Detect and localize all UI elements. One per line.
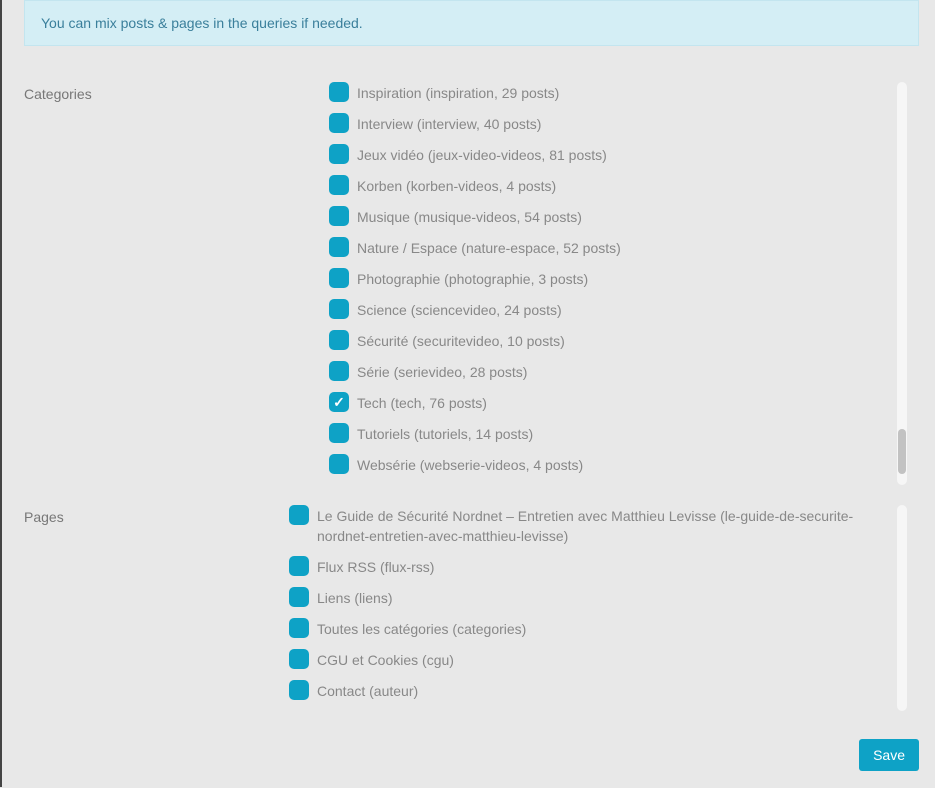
category-checkbox[interactable] <box>329 299 349 319</box>
page-item-label: Contact (auteur) <box>317 680 418 701</box>
category-item-label: Inspiration (inspiration, 29 posts) <box>357 82 559 103</box>
page-item-label: Le Guide de Sécurité Nordnet – Entretien… <box>317 505 889 546</box>
page-checkbox[interactable] <box>289 556 309 576</box>
category-checkbox[interactable] <box>329 392 349 412</box>
category-item: Tech (tech, 76 posts) <box>329 392 889 413</box>
pages-body: Le Guide de Sécurité Nordnet – Entretien… <box>289 505 919 711</box>
page-checkbox[interactable] <box>289 587 309 607</box>
categories-scrollbar-thumb[interactable] <box>898 429 906 474</box>
page-item: Flux RSS (flux-rss) <box>289 556 889 577</box>
category-checkbox[interactable] <box>329 144 349 164</box>
pages-scrollbar[interactable] <box>897 505 907 711</box>
category-item: Inspiration (inspiration, 29 posts) <box>329 82 889 103</box>
footer: Save <box>24 739 919 771</box>
category-item-label: Jeux vidéo (jeux-video-videos, 81 posts) <box>357 144 607 165</box>
category-item-label: Sécurité (securitevideo, 10 posts) <box>357 330 565 351</box>
pages-section: Pages Le Guide de Sécurité Nordnet – Ent… <box>24 505 919 711</box>
category-checkbox[interactable] <box>329 330 349 350</box>
category-item-label: Korben (korben-videos, 4 posts) <box>357 175 556 196</box>
categories-body: Inspiration (inspiration, 29 posts) Inter… <box>289 82 919 485</box>
category-item: Nature / Espace (nature-espace, 52 posts… <box>329 237 889 258</box>
pages-label: Pages <box>24 505 289 711</box>
categories-section: Categories Inspiration (inspiration, 29 … <box>24 82 919 485</box>
info-banner: You can mix posts & pages in the queries… <box>24 0 919 46</box>
page-item-label: Liens (liens) <box>317 587 392 608</box>
category-checkbox[interactable] <box>329 113 349 133</box>
category-item-label: Interview (interview, 40 posts) <box>357 113 541 134</box>
category-item: Tutoriels (tutoriels, 14 posts) <box>329 423 889 444</box>
page-item: Le Guide de Sécurité Nordnet – Entretien… <box>289 505 889 546</box>
category-item: Jeux vidéo (jeux-video-videos, 81 posts) <box>329 144 889 165</box>
page-checkbox[interactable] <box>289 680 309 700</box>
settings-panel: You can mix posts & pages in the queries… <box>0 0 935 787</box>
categories-label: Categories <box>24 82 289 485</box>
category-item-label: Photographie (photographie, 3 posts) <box>357 268 588 289</box>
category-checkbox[interactable] <box>329 82 349 102</box>
category-item: Musique (musique-videos, 54 posts) <box>329 206 889 227</box>
categories-scrollbar[interactable] <box>897 82 907 485</box>
category-checkbox[interactable] <box>329 268 349 288</box>
category-item-label: Nature / Espace (nature-espace, 52 posts… <box>357 237 621 258</box>
pages-scrollbar-thumb[interactable] <box>898 505 906 711</box>
category-item: Photographie (photographie, 3 posts) <box>329 268 889 289</box>
page-item-label: Flux RSS (flux-rss) <box>317 556 434 577</box>
category-item-label: Websérie (webserie-videos, 4 posts) <box>357 454 583 475</box>
category-checkbox[interactable] <box>329 237 349 257</box>
page-item: CGU et Cookies (cgu) <box>289 649 889 670</box>
page-item-label: CGU et Cookies (cgu) <box>317 649 454 670</box>
page-checkbox[interactable] <box>289 649 309 669</box>
page-checkbox[interactable] <box>289 505 309 525</box>
category-checkbox[interactable] <box>329 175 349 195</box>
category-item-label: Tutoriels (tutoriels, 14 posts) <box>357 423 533 444</box>
category-item: Korben (korben-videos, 4 posts) <box>329 175 889 196</box>
info-message: You can mix posts & pages in the queries… <box>41 15 363 31</box>
category-item-label: Tech (tech, 76 posts) <box>357 392 487 413</box>
category-checkbox[interactable] <box>329 423 349 443</box>
category-checkbox[interactable] <box>329 454 349 474</box>
category-item: Série (serievideo, 28 posts) <box>329 361 889 382</box>
category-checkbox[interactable] <box>329 361 349 381</box>
category-item: Interview (interview, 40 posts) <box>329 113 889 134</box>
category-item: Science (sciencevideo, 24 posts) <box>329 299 889 320</box>
category-item: Sécurité (securitevideo, 10 posts) <box>329 330 889 351</box>
category-item: Websérie (webserie-videos, 4 posts) <box>329 454 889 475</box>
page-item: Contact (auteur) <box>289 680 889 701</box>
page-checkbox[interactable] <box>289 618 309 638</box>
category-item-label: Musique (musique-videos, 54 posts) <box>357 206 582 227</box>
category-item-label: Science (sciencevideo, 24 posts) <box>357 299 562 320</box>
category-item-label: Série (serievideo, 28 posts) <box>357 361 527 382</box>
category-checkbox[interactable] <box>329 206 349 226</box>
page-item: Toutes les catégories (categories) <box>289 618 889 639</box>
save-button[interactable]: Save <box>859 739 919 771</box>
page-item: Liens (liens) <box>289 587 889 608</box>
page-item-label: Toutes les catégories (categories) <box>317 618 526 639</box>
